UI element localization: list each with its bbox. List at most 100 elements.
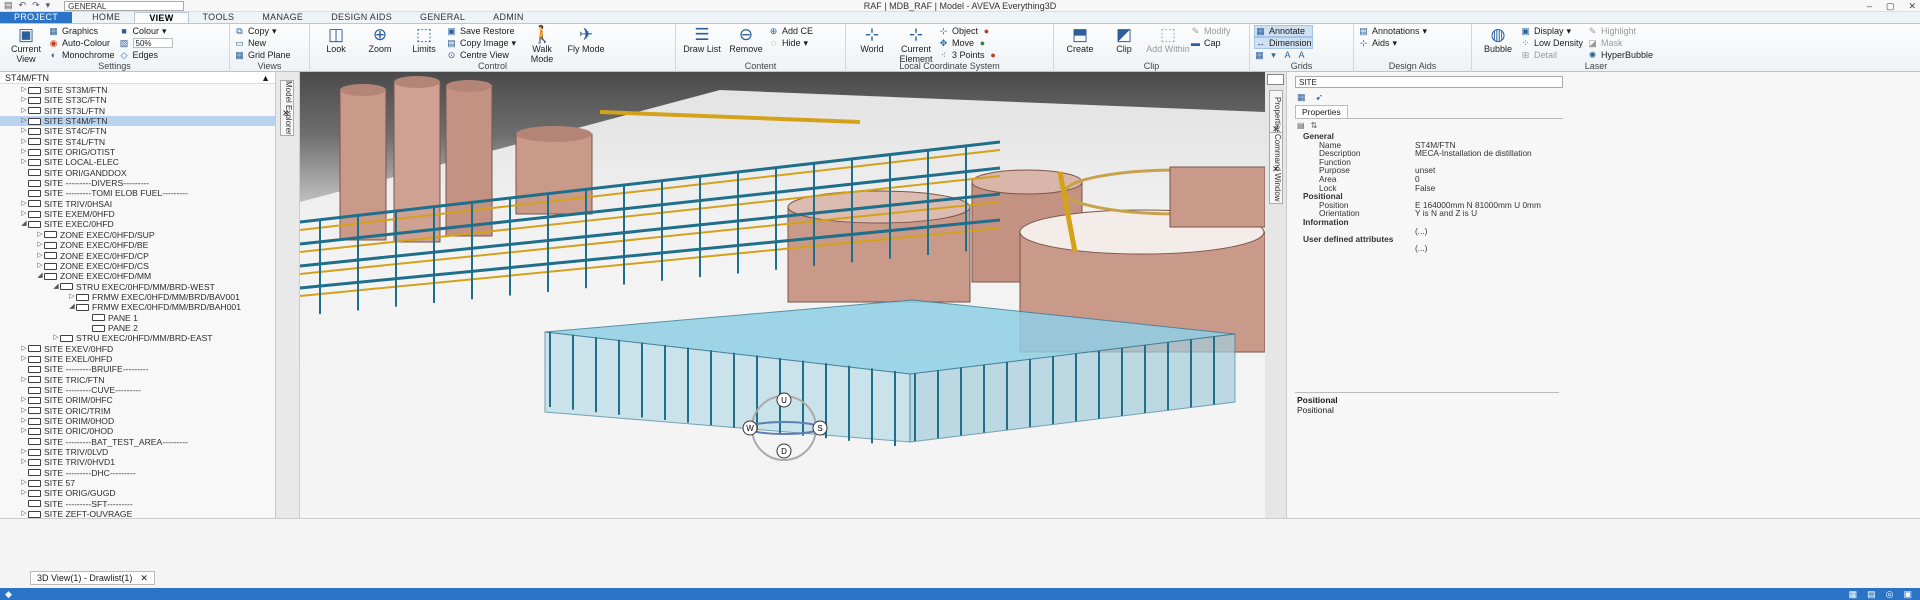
maximize-button[interactable]: ▢ — [1886, 0, 1895, 12]
property-value[interactable]: Y is N and Z is U — [1415, 209, 1477, 218]
tree-item[interactable]: SITE ---------BAT_TEST_AREA--------- — [0, 437, 275, 447]
hide-button[interactable]: ◌ Hide ▾ — [768, 37, 813, 49]
status-tool-icon[interactable]: ▤ — [1867, 589, 1876, 600]
tree-item[interactable]: ▷ SITE ST4M/FTN — [0, 116, 275, 127]
tree-item[interactable]: ▷ SITE EXEV/0HFD — [0, 344, 275, 354]
annotations-button[interactable]: ▤ Annotations ▾ — [1358, 25, 1427, 37]
chevron-down-icon[interactable]: ▲ — [261, 73, 270, 83]
tab-design-aids[interactable]: DESIGN AIDS — [317, 12, 406, 23]
close-icon[interactable]: ✕ — [140, 572, 148, 584]
property-value[interactable]: MECA-Installation de distillation — [1415, 149, 1532, 158]
tree-item[interactable]: ▷ STRU EXEC/0HFD/MM/BRD-EAST — [0, 333, 275, 343]
status-tool-icon[interactable]: ▦ — [1849, 589, 1858, 600]
expand-toggle[interactable]: ▷ — [20, 137, 28, 147]
grid-plane-button[interactable]: ▦ Grid Plane — [234, 49, 290, 61]
centre-view-button[interactable]: ⊙ Centre View — [446, 49, 516, 61]
aids-button[interactable]: ⊹ Aids ▾ — [1358, 37, 1427, 49]
property-row[interactable]: (...) — [1295, 244, 1563, 253]
tab-project[interactable]: PROJECT — [0, 12, 73, 23]
property-value[interactable]: (...) — [1415, 244, 1427, 253]
categorized-icon[interactable]: ▤ — [1297, 121, 1305, 130]
property-value[interactable]: False — [1415, 183, 1435, 193]
tree-item[interactable]: ▷ SITE ORIC/0HOD — [0, 426, 275, 436]
expand-toggle[interactable]: ◢ — [20, 219, 28, 229]
hyperbubble-button[interactable]: ✺ HyperBubble — [1587, 49, 1653, 61]
tree-item[interactable]: ▷ SITE TRIV/0LVD — [0, 447, 275, 457]
tree-item[interactable]: ▷ FRMW EXEC/0HFD/MM/BRD/BAV001 — [0, 292, 275, 302]
property-value[interactable]: (...) — [1415, 226, 1427, 236]
tree-item[interactable]: ◢ FRMW EXEC/0HFD/MM/BRD/BAH001 — [0, 302, 275, 312]
expand-toggle[interactable]: ▷ — [36, 261, 44, 271]
grid-tools[interactable]: ▦ ▾ A A — [1254, 49, 1313, 61]
tab-general[interactable]: GENERAL — [406, 12, 479, 23]
expand-toggle[interactable]: ▷ — [20, 95, 28, 105]
tree-item[interactable]: ◢ ZONE EXEC/0HFD/MM — [0, 271, 275, 281]
expand-toggle[interactable]: ▷ — [20, 488, 28, 498]
tree-item[interactable]: PANE 1 — [0, 313, 275, 323]
copy-image-button[interactable]: ▤ Copy Image ▾ — [446, 37, 516, 49]
expand-toggle[interactable]: ◢ — [68, 302, 76, 312]
expand-toggle[interactable]: ▷ — [36, 230, 44, 240]
tree-item[interactable]: ▷ SITE TRIC/FTN — [0, 375, 275, 385]
tree-item[interactable]: SITE ---------CUVE--------- — [0, 385, 275, 395]
navigate-icon[interactable]: ➹ — [1316, 92, 1324, 103]
expand-toggle[interactable]: ▷ — [20, 416, 28, 426]
expand-toggle[interactable]: ▷ — [20, 395, 28, 405]
filter-icon[interactable]: ▦ — [1297, 92, 1306, 103]
laser-detail-button[interactable]: ⊞ Detail — [1520, 49, 1583, 61]
tree-item[interactable]: SITE ---------BRUIFE--------- — [0, 364, 275, 374]
tab-admin[interactable]: ADMIN — [479, 12, 538, 23]
tab-view[interactable]: VIEW — [134, 12, 189, 23]
close-icon[interactable]: ✕ — [282, 108, 290, 119]
move-button[interactable]: ✥ Move ● — [938, 37, 999, 49]
minimize-button[interactable]: – — [1867, 0, 1872, 12]
expand-toggle[interactable]: ▷ — [68, 292, 76, 302]
expand-toggle[interactable]: ◢ — [36, 271, 44, 281]
expand-toggle[interactable]: ▷ — [20, 457, 28, 467]
cap-button[interactable]: ▬ Cap — [1190, 37, 1231, 49]
tree-item[interactable]: ▷ SITE 57 — [0, 478, 275, 488]
expand-toggle[interactable]: ▷ — [20, 447, 28, 457]
dropdown-icon[interactable]: ▾ — [46, 0, 51, 11]
tree-item[interactable]: ▷ SITE ORIM/0HOD — [0, 416, 275, 426]
annotate-grid-button[interactable]: ▦ Annotate — [1254, 25, 1313, 37]
expand-toggle[interactable]: ▷ — [20, 375, 28, 385]
tab-tools[interactable]: TOOLS — [189, 12, 249, 23]
expand-toggle[interactable]: ▷ — [20, 85, 28, 95]
expand-toggle[interactable]: ◢ — [52, 282, 60, 292]
new-view-button[interactable]: ▭ New — [234, 37, 291, 49]
highlight-button[interactable]: ✎ Highlight — [1587, 25, 1653, 37]
tree-item[interactable]: ▷ SITE ORIM/0HFC — [0, 395, 275, 405]
tree-item[interactable]: ▷ SITE ST3M/FTN — [0, 85, 275, 95]
expand-toggle[interactable]: ▷ — [20, 106, 28, 116]
tree-item[interactable]: ▷ ZONE EXEC/0HFD/BE — [0, 240, 275, 250]
expand-toggle[interactable]: ▷ — [36, 251, 44, 261]
property-group[interactable]: Information — [1295, 218, 1563, 227]
drawlist-tab[interactable]: 3D View(1) - Drawlist(1) ✕ — [30, 571, 155, 585]
tree-item[interactable]: ▷ SITE LOCAL-ELEC — [0, 157, 275, 167]
tree-item[interactable]: ▷ SITE ST3L/FTN — [0, 106, 275, 116]
expand-toggle[interactable]: ▷ — [20, 147, 28, 157]
expand-toggle[interactable]: ▷ — [20, 126, 28, 136]
tree-item[interactable]: ▷ SITE ORIG/OTIST — [0, 147, 275, 157]
element-type-select[interactable]: SITE — [1295, 76, 1563, 88]
workspace-select[interactable]: GENERAL — [64, 0, 185, 11]
close-button[interactable]: ✕ — [1908, 0, 1916, 12]
translucency-select[interactable]: ▧ 50% — [119, 37, 173, 49]
tab-manage[interactable]: MANAGE — [248, 12, 317, 23]
tree-item[interactable]: ▷ SITE ORIG/GUGD — [0, 488, 275, 498]
tree-item[interactable]: ▷ SITE ORIC/TRIM — [0, 406, 275, 416]
edges-button[interactable]: ◇ Edges — [119, 49, 173, 61]
sort-icon[interactable]: ⇅ — [1311, 121, 1318, 130]
tree-item[interactable]: ▷ SITE TRIV/0HVD1 — [0, 457, 275, 467]
expand-toggle[interactable]: ▷ — [20, 406, 28, 416]
add-ce-button[interactable]: ⊕ Add CE — [768, 25, 813, 37]
tree-item[interactable]: ▷ SITE ST4L/FTN — [0, 137, 275, 147]
tab-properties-view[interactable]: Properties — [1295, 105, 1348, 118]
expand-toggle[interactable]: ▷ — [20, 199, 28, 209]
tree-item[interactable]: ▷ SITE EXEL/0HFD — [0, 354, 275, 364]
expand-toggle[interactable]: ▷ — [20, 478, 28, 488]
property-group[interactable]: User defined attributes — [1295, 235, 1563, 244]
save-restore-button[interactable]: ▣ Save Restore — [446, 25, 516, 37]
tree-item[interactable]: ▷ ZONE EXEC/0HFD/CP — [0, 251, 275, 261]
